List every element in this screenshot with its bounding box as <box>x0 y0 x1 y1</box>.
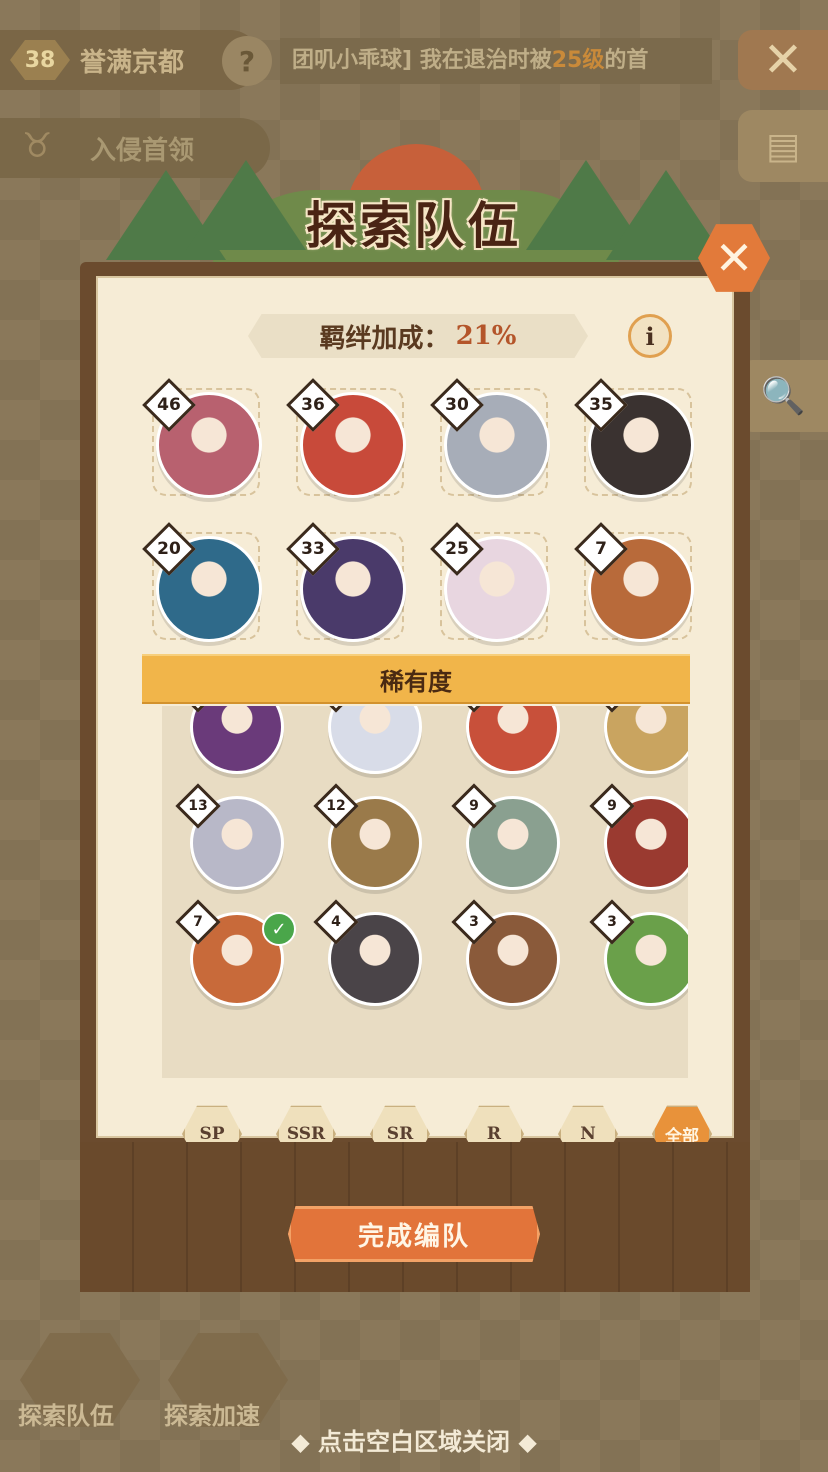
roster-shikigami[interactable]: 3 <box>444 899 580 1016</box>
player-level: 38 <box>10 40 70 80</box>
news-ticker: 团叽小乖球] 我在退治时被25级的首 <box>280 38 712 84</box>
team-slots: 46 36 30 35 20 33 25 7 <box>134 374 704 658</box>
roster-shikigami[interactable]: 15 <box>306 706 442 784</box>
roster-shikigami[interactable]: 13 <box>582 706 688 784</box>
shikigami-avatar <box>466 706 560 774</box>
panel-title: 探索队伍 <box>306 196 522 255</box>
level-number: 3 <box>469 914 479 930</box>
close-icon[interactable]: ✕ <box>738 30 828 90</box>
team-panel: 羁绊加成： 21% i 463630352033257 稀有度 18151313… <box>80 262 750 1292</box>
team-slot[interactable]: 30 <box>422 374 562 514</box>
team-slot[interactable]: 35 <box>566 374 706 514</box>
panel-header: 探索队伍 <box>86 130 742 300</box>
level-number: 46 <box>157 395 181 415</box>
search-icon[interactable]: 🔍 <box>738 360 828 432</box>
level-number: 9 <box>469 798 479 814</box>
notes-icon[interactable]: ▤ <box>738 110 828 182</box>
area-name: 誉满京都 <box>80 47 185 78</box>
level-number: 3 <box>607 914 617 930</box>
ticker-text-highlight: 25级 <box>551 48 605 73</box>
close-hint: ◆ 点击空白区域关闭 ◆ <box>291 1428 537 1456</box>
top-bar: 38 誉满京都 ? 团叽小乖球] 我在退治时被25级的首 ✕ <box>0 30 828 90</box>
level-number: 4 <box>331 914 341 930</box>
boss-icon: ♉ <box>22 126 53 166</box>
team-slot[interactable]: 25 <box>422 518 562 658</box>
roster-shikigami[interactable]: 9 <box>444 783 580 900</box>
level-number: 20 <box>157 539 181 559</box>
team-slot[interactable]: 36 <box>278 374 418 514</box>
bond-value: 21% <box>455 321 517 351</box>
roster-shikigami[interactable]: 13 <box>444 706 580 784</box>
shikigami-avatar <box>190 706 284 774</box>
roster-shikigami[interactable]: 3 <box>582 899 688 1016</box>
level-number: 30 <box>445 395 469 415</box>
level-number: 7 <box>193 914 203 930</box>
roster-shikigami[interactable]: 12 <box>306 783 442 900</box>
roster-grid: 181513131312997✓433 <box>168 706 688 1016</box>
shikigami-avatar <box>604 706 688 774</box>
bond-bonus-bar: 羁绊加成： 21% <box>248 314 588 358</box>
level-number: 35 <box>589 395 613 415</box>
team-slot[interactable]: 7 <box>566 518 706 658</box>
roster-shikigami[interactable]: 4 <box>306 899 442 1016</box>
level-number: 33 <box>301 539 325 559</box>
selected-check-icon: ✓ <box>262 912 296 946</box>
help-button[interactable]: ? <box>222 36 272 86</box>
roster-shikigami[interactable]: 9 <box>582 783 688 900</box>
team-slot[interactable]: 46 <box>134 374 274 514</box>
rarity-sort-header[interactable]: 稀有度 <box>142 654 690 704</box>
level-number: 36 <box>301 395 325 415</box>
level-number: 25 <box>445 539 469 559</box>
roster-shikigami[interactable]: 7 ✓ <box>168 899 304 1016</box>
ticker-text-suffix: 的首 <box>604 48 649 73</box>
level-number: 9 <box>607 798 617 814</box>
panel-content: 羁绊加成： 21% i 463630352033257 稀有度 18151313… <box>96 276 734 1163</box>
level-number: 12 <box>326 798 346 814</box>
level-number: 7 <box>595 539 607 559</box>
team-slot[interactable]: 33 <box>278 518 418 658</box>
roster-shikigami[interactable]: 18 <box>168 706 304 784</box>
bond-label: 羁绊加成： <box>319 323 450 354</box>
level-number: 13 <box>188 798 208 814</box>
confirm-team-button[interactable]: 完成编队 <box>288 1206 540 1262</box>
shikigami-roster[interactable]: 181513131312997✓433 <box>162 706 688 1078</box>
ticker-text-prefix: 团叽小乖球] 我在退治时被 <box>292 48 552 73</box>
area-pill[interactable]: 38 誉满京都 <box>0 30 260 90</box>
roster-shikigami[interactable]: 13 <box>168 783 304 900</box>
team-slot[interactable]: 20 <box>134 518 274 658</box>
info-button[interactable]: i <box>628 314 672 358</box>
shikigami-avatar <box>328 706 422 774</box>
